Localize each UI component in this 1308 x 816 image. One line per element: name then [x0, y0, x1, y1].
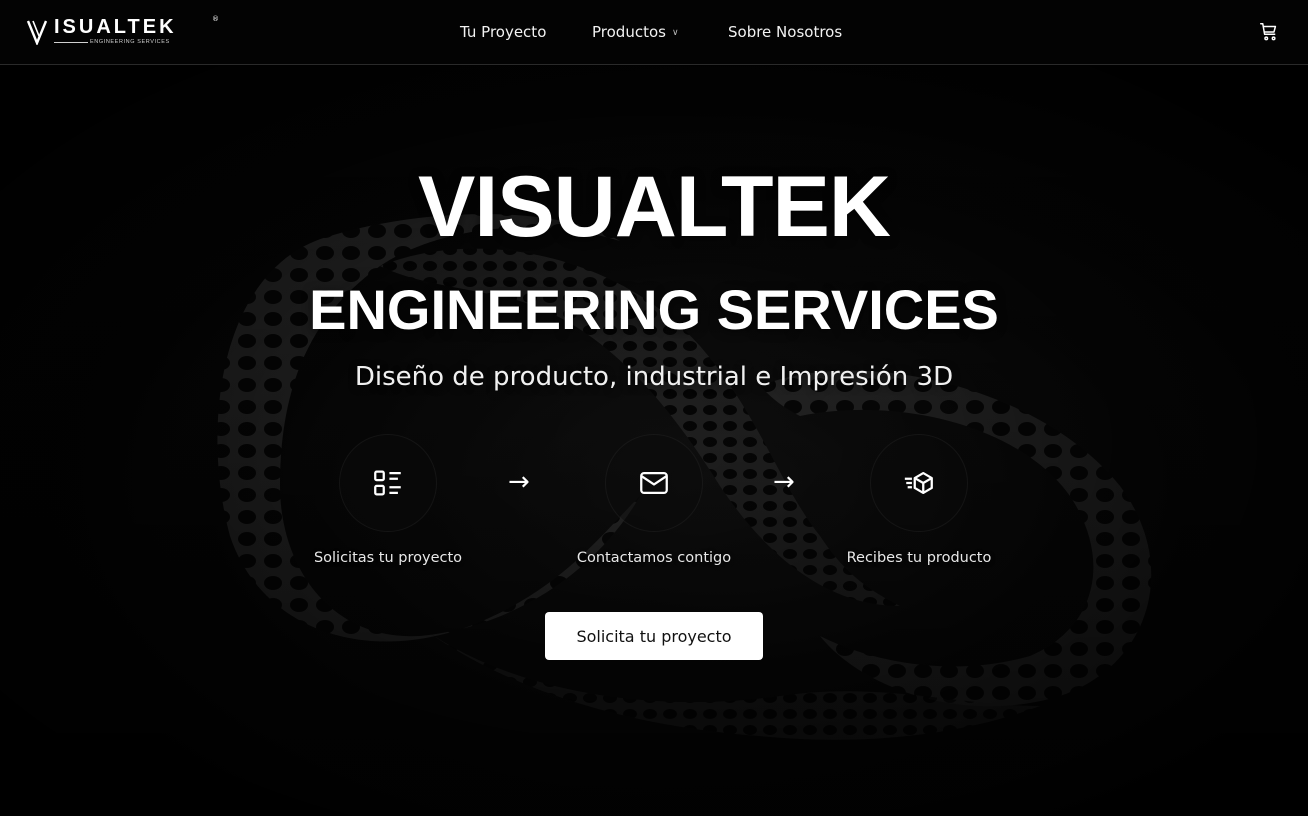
hero-subtitle: ENGINEERING SERVICES — [309, 278, 999, 341]
step-label-contact: Contactamos contigo — [576, 550, 732, 566]
solicita-proyecto-button[interactable]: Solicita tu proyecto — [545, 612, 763, 660]
nav-tu-proyecto[interactable]: Tu Proyecto — [460, 23, 546, 41]
step-receive-circle — [870, 434, 968, 532]
nav-productos[interactable]: Productos ∨ — [592, 23, 679, 41]
step-label-receive: Recibes tu producto — [846, 550, 992, 566]
fast-delivery-box-icon — [904, 471, 933, 495]
step-contact-circle — [605, 434, 703, 532]
step-label-request: Solicitas tu proyecto — [313, 550, 463, 566]
logo-divider — [54, 42, 88, 43]
chevron-down-icon: ∨ — [671, 28, 679, 38]
visualtek-logo[interactable]: ISUALTEK ® Engineering Services — [26, 15, 219, 49]
cart-icon[interactable] — [1258, 21, 1280, 43]
step-request-circle — [339, 434, 437, 532]
logo-registered-mark: ® — [212, 15, 219, 23]
logo-wordmark: ISUALTEK — [54, 16, 177, 38]
nav-sobre-nosotros[interactable]: Sobre Nosotros — [728, 23, 842, 41]
list-icon — [374, 470, 401, 496]
mail-icon — [640, 471, 668, 495]
step-arrow-2: → — [773, 467, 795, 497]
hero-tagline: Diseño de producto, industrial e Impresi… — [354, 362, 954, 392]
nav-productos-label: Productos — [592, 23, 666, 41]
logo-v-mark-icon — [26, 20, 48, 45]
hero-section: VISUALTEK ENGINEERING SERVICES Diseño de… — [0, 66, 1308, 816]
logo-subtitle: Engineering Services — [90, 39, 170, 45]
step-arrow-1: → — [508, 467, 530, 497]
site-header: ISUALTEK ® Engineering Services Tu Proye… — [0, 0, 1308, 65]
main-nav: Tu Proyecto Productos ∨ Sobre Nosotros — [0, 0, 1308, 65]
hero-title: VISUALTEK — [418, 159, 891, 255]
